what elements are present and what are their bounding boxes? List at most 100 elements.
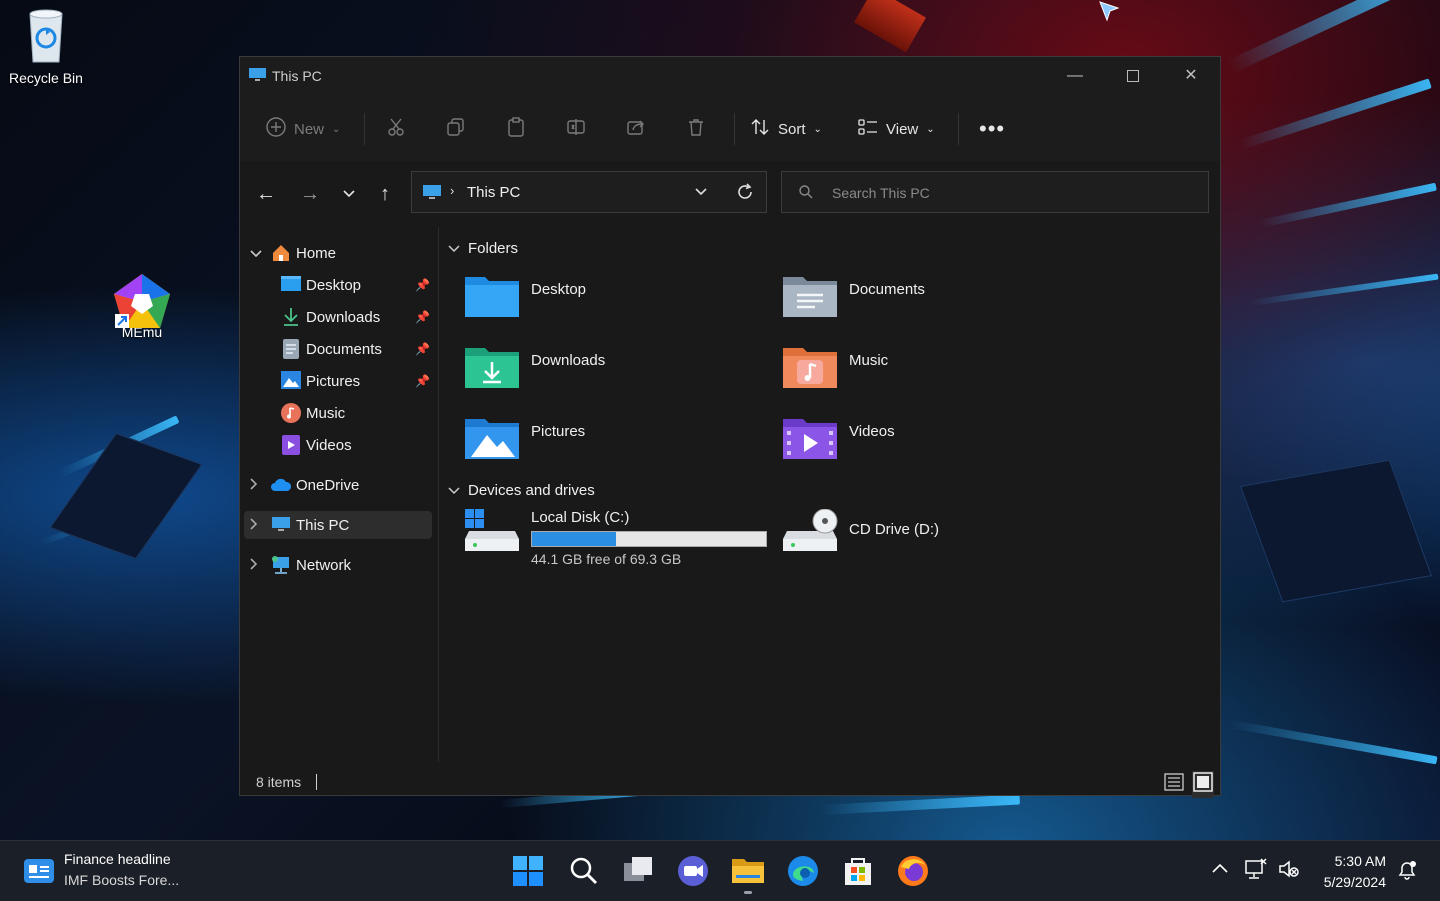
network-status-button[interactable]	[1244, 857, 1268, 886]
sidebar-item-pictures[interactable]: Pictures 📌	[240, 367, 436, 395]
search-box[interactable]	[781, 171, 1209, 213]
breadcrumb-this-pc[interactable]: This PC	[467, 184, 520, 201]
more-options-button[interactable]: •••	[979, 116, 1005, 141]
forward-button[interactable]: →	[297, 183, 323, 205]
copy-button[interactable]	[446, 117, 466, 141]
music-folder-icon	[783, 344, 837, 388]
clipboard-icon	[506, 117, 526, 141]
chevron-down-icon	[343, 190, 355, 198]
folder-icon	[732, 859, 764, 883]
cd-drive-icon	[783, 508, 839, 560]
sidebar-item-label: Home	[296, 244, 337, 262]
back-button[interactable]: ←	[253, 183, 279, 205]
sidebar-item-downloads[interactable]: Downloads 📌	[240, 303, 436, 331]
sidebar-item-label: OneDrive	[296, 476, 360, 494]
sidebar-item-network[interactable]: Network	[240, 551, 436, 579]
rename-button[interactable]	[566, 117, 586, 141]
folder-label: Downloads	[531, 352, 606, 369]
folder-label: Music	[849, 352, 889, 369]
minimize-button[interactable]: —	[1063, 65, 1087, 87]
search-icon	[798, 184, 814, 205]
firefox-icon	[898, 856, 928, 886]
content-pane: Folders Desktop Documents Downloads Musi…	[439, 227, 1220, 762]
divider	[364, 113, 365, 145]
cut-button[interactable]	[386, 117, 406, 141]
refresh-button[interactable]	[735, 182, 755, 207]
desktop-icon-memu[interactable]: MEmu	[97, 272, 187, 340]
pin-icon: 📌	[415, 310, 430, 324]
sidebar-item-desktop[interactable]: Desktop 📌	[240, 271, 436, 299]
folder-tile-music[interactable]: Music	[783, 342, 1083, 402]
details-view-button[interactable]	[1164, 772, 1184, 797]
volume-button[interactable]	[1277, 857, 1301, 886]
address-dropdown-button[interactable]	[693, 184, 709, 205]
drive-tile-cd-drive-d[interactable]: CD Drive (D:)	[783, 508, 1083, 579]
sidebar-item-documents[interactable]: Documents 📌	[240, 335, 436, 363]
close-button[interactable]: ✕	[1179, 65, 1203, 87]
breadcrumb-separator-icon: ›	[450, 183, 455, 198]
drive-free-space: 44.1 GB free of 69.3 GB	[531, 551, 682, 567]
microsoft-store-button[interactable]	[840, 853, 876, 889]
teams-chat-button[interactable]	[675, 853, 711, 889]
sidebar-item-label: Music	[306, 404, 346, 422]
system-clock[interactable]: 5:30 AM 5/29/2024	[1324, 851, 1386, 893]
pictures-icon	[281, 371, 301, 393]
delete-button[interactable]	[686, 117, 706, 141]
search-button[interactable]	[565, 853, 601, 889]
folder-label: Videos	[849, 423, 895, 440]
drive-tile-local-disk-c[interactable]: Local Disk (C:) 44.1 GB free of 69.3 GB	[465, 509, 775, 579]
new-button[interactable]: New ⌄	[266, 117, 340, 141]
desktop-icon-recycle-bin[interactable]: Recycle Bin	[1, 8, 91, 86]
folder-tile-pictures[interactable]: Pictures	[465, 413, 765, 473]
chat-icon	[678, 856, 708, 886]
up-button[interactable]: ↑	[372, 183, 398, 205]
sort-label: Sort	[778, 120, 806, 138]
widgets-button[interactable]: Finance headline IMF Boosts Fore...	[20, 847, 220, 895]
copy-icon	[446, 117, 466, 141]
status-divider	[316, 774, 317, 790]
folder-tile-videos[interactable]: Videos	[783, 413, 1083, 473]
sidebar-item-home[interactable]: Home	[240, 239, 436, 267]
music-icon	[281, 403, 301, 427]
status-bar: 8 items	[240, 762, 1220, 798]
sidebar-item-label: Pictures	[306, 372, 361, 390]
sort-button[interactable]: Sort ⌄	[750, 117, 822, 141]
task-view-button[interactable]	[620, 853, 656, 889]
chevron-down-icon: ⌄	[813, 123, 822, 135]
maximize-button[interactable]	[1121, 65, 1145, 87]
network-icon	[271, 555, 291, 579]
search-input[interactable]	[830, 182, 1194, 204]
sidebar-item-music[interactable]: Music	[240, 399, 436, 427]
desktop-folder-icon	[281, 276, 301, 297]
devices-section-header[interactable]: Devices and drives	[448, 482, 595, 499]
section-title: Devices and drives	[468, 482, 595, 499]
large-icons-view-button[interactable]	[1192, 771, 1214, 798]
paste-button[interactable]	[506, 117, 526, 141]
widget-subtitle: IMF Boosts Fore...	[64, 872, 180, 888]
sidebar-item-label: Desktop	[306, 276, 362, 294]
drive-label: Local Disk (C:)	[531, 509, 630, 526]
view-button[interactable]: View ⌄	[858, 117, 935, 141]
edge-button[interactable]	[785, 853, 821, 889]
show-hidden-icons-button[interactable]	[1210, 861, 1230, 880]
title-bar[interactable]: This PC — ✕	[240, 57, 1220, 95]
sidebar-item-videos[interactable]: Videos	[240, 431, 436, 459]
notifications-button[interactable]	[1396, 859, 1418, 886]
recent-locations-button[interactable]	[336, 183, 362, 205]
drive-usage-bar	[531, 531, 767, 547]
folders-section-header[interactable]: Folders	[448, 240, 518, 257]
folder-tile-documents[interactable]: Documents	[783, 271, 1083, 331]
folder-label: Documents	[849, 281, 925, 298]
share-button[interactable]	[626, 117, 646, 141]
folder-tile-downloads[interactable]: Downloads	[465, 342, 765, 402]
sidebar-item-onedrive[interactable]: OneDrive	[240, 471, 436, 499]
sidebar-item-this-pc[interactable]: This PC	[240, 511, 436, 539]
folder-tile-desktop[interactable]: Desktop	[465, 271, 765, 331]
firefox-button[interactable]	[895, 853, 931, 889]
downloads-folder-icon	[465, 344, 519, 388]
clock-time: 5:30 AM	[1334, 853, 1386, 869]
start-button[interactable]	[510, 853, 546, 889]
address-bar[interactable]: › This PC	[411, 171, 767, 213]
file-explorer-taskbar-button[interactable]	[730, 853, 766, 889]
divider	[958, 113, 959, 145]
